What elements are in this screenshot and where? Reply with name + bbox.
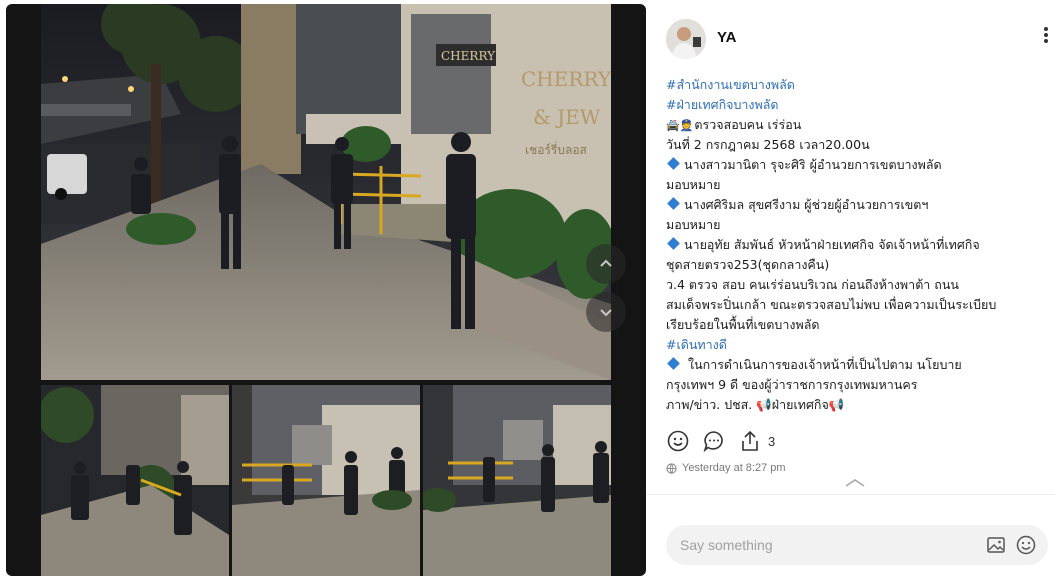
post-line: มอบหมาย [666,215,1051,235]
blue-diamond-icon [667,237,680,250]
timestamp-text: Yesterday at 8:27 pm [682,462,786,474]
post-line: ชุดสายตรวจ253(ชุดกลางคืน) [666,255,1051,275]
comment-input[interactable] [680,534,970,556]
share-count: 3 [768,433,776,449]
store-sign-small: CHERRY [441,49,496,63]
post-line-text: ในการดำเนินการของเจ้าหน้าที่เป็นไปตาม นโ… [684,357,962,372]
police-emoji-icon: 🚔👮 [666,119,694,132]
post-line-text: ชุดสายตรวจ253(ชุดกลางคืน) [666,257,830,272]
post-line-text: วันที่ 2 กรกฎาคม 2568 เวลา20.00น [666,137,870,152]
author-name[interactable]: YA [717,29,736,46]
store-sign-large: CHERRY [521,67,611,91]
chevron-down-icon [600,309,612,317]
post-line: เรียบร้อยในพื้นที่เขตบางพลัด [666,315,1051,335]
thumbnail-photo-2[interactable] [232,385,420,576]
more-vertical-icon [1044,27,1048,43]
post-line: ภาพ/ข่าว. ปชส. 📢ฝ่ายเทศกิจ📢 [666,395,1051,415]
comment-bubble-icon [703,431,723,452]
post-line: สมเด็จพระปิ่นเกล้า ขณะตรวจสอบไม่พบ เพื่อ… [666,295,1051,315]
post-line: ในการดำเนินการของเจ้าหน้าที่เป็นไปตาม นโ… [666,355,1051,375]
post-line-text: สมเด็จพระปิ่นเกล้า ขณะตรวจสอบไม่พบ เพื่อ… [666,297,997,312]
blue-diamond-icon [667,157,680,170]
post-line-text: ตรวจสอบคน เร่ร่อน [694,117,802,132]
post-line: 🚔👮ตรวจสอบคน เร่ร่อน [666,115,1051,135]
app-frame: CHERRY CHERRY & JEW เชอร์รี่บลอส YA #สำน… [0,0,1055,581]
store-sign-thai: เชอร์รี่บลอส [525,141,588,157]
post-line-text: นางสาวมานิตา รุจะศิริ ผู้อำนวยการเขตบางพ… [684,157,942,172]
blue-diamond-icon [667,197,680,210]
post-line: นางศศิริมล สุขศรีงาม ผู้ช่วยผู้อำนวยการเ… [666,195,1051,215]
share-button[interactable] [738,429,762,453]
chevron-up-button[interactable] [586,244,626,284]
post-line: มอบหมาย [666,175,1051,195]
divider [646,494,1055,495]
chevron-up-icon [845,479,865,487]
more-options-button[interactable] [1043,26,1049,48]
post-line-text: มอบหมาย [666,217,721,232]
post-line: กรุงเทพฯ 9 ดี ของผู้ว่าราชการกรุงเทพมหาน… [666,375,1051,395]
post-line-text: กรุงเทพฯ 9 ดี ของผู้ว่าราชการกรุงเทพมหาน… [666,377,918,392]
post-line: ว.4 ตรวจ สอบ คนเร่ร่อนบริเวณ ก่อนถึงห้าง… [666,275,1051,295]
chevron-up-icon [600,259,612,267]
share-upload-icon [742,430,758,451]
globe-icon [666,462,677,474]
smiley-icon [667,430,689,452]
post-line-text: มอบหมาย [666,177,721,192]
post-line-text: นายอุทัย สัมพันธ์ หัวหน้าฝ่ายเทศกิจ จัดเ… [684,237,980,252]
post-line: นายอุทัย สัมพันธ์ หัวหน้าฝ่ายเทศกิจ จัดเ… [666,235,1051,255]
hashtag-link[interactable]: #สำนักงานเขตบางพลัด [666,75,1051,95]
chevron-down-button[interactable] [586,292,626,332]
post-line-text: #ฝ่ายเทศกิจบางพลัด [666,97,779,112]
post-panel: YA #สำนักงานเขตบางพลัด #ฝ่ายเทศกิจบางพลัด… [646,4,1055,576]
comment-button[interactable] [702,429,726,453]
post-line: วันที่ 2 กรกฎาคม 2568 เวลา20.00น [666,135,1051,155]
post-line-text: #เดินทางดี [666,337,727,352]
post-line-text: ว.4 ตรวจ สอบ คนเร่ร่อนบริเวณ ก่อนถึงห้าง… [666,277,959,292]
post-line-text: ภาพ/ข่าว. ปชส. 📢ฝ่ายเทศกิจ📢 [666,397,845,412]
blue-diamond-icon [667,357,680,370]
main-photo[interactable]: CHERRY CHERRY & JEW เชอร์รี่บลอส [41,4,611,380]
thumbnail-photo-3[interactable] [423,385,611,576]
hashtag-link[interactable]: #ฝ่ายเทศกิจบางพลัด [666,95,1051,115]
post-line-text: เรียบร้อยในพื้นที่เขตบางพลัด [666,317,820,332]
store-sign-sub: & JEW [533,105,601,129]
image-icon[interactable] [986,535,1006,555]
post-timestamp: Yesterday at 8:27 pm [666,462,786,474]
post-text: #สำนักงานเขตบางพลัด #ฝ่ายเทศกิจบางพลัด 🚔👮ต… [666,75,1051,415]
like-button[interactable] [666,429,690,453]
post-line-text: #สำนักงานเขตบางพลัด [666,77,795,92]
collapse-button[interactable] [844,476,866,492]
post-line: นางสาวมานิตา รุจะศิริ ผู้อำนวยการเขตบางพ… [666,155,1051,175]
avatar[interactable] [666,19,706,59]
hashtag-link[interactable]: #เดินทางดี [666,335,1051,355]
comment-box [666,525,1048,565]
thumbnail-photo-1[interactable] [41,385,229,576]
post-actions: 3 [666,429,775,453]
emoji-icon[interactable] [1016,535,1036,555]
post-line-text: นางศศิริมล สุขศรีงาม ผู้ช่วยผู้อำนวยการเ… [684,197,929,212]
photo-viewer: CHERRY CHERRY & JEW เชอร์รี่บลอส [6,4,646,576]
